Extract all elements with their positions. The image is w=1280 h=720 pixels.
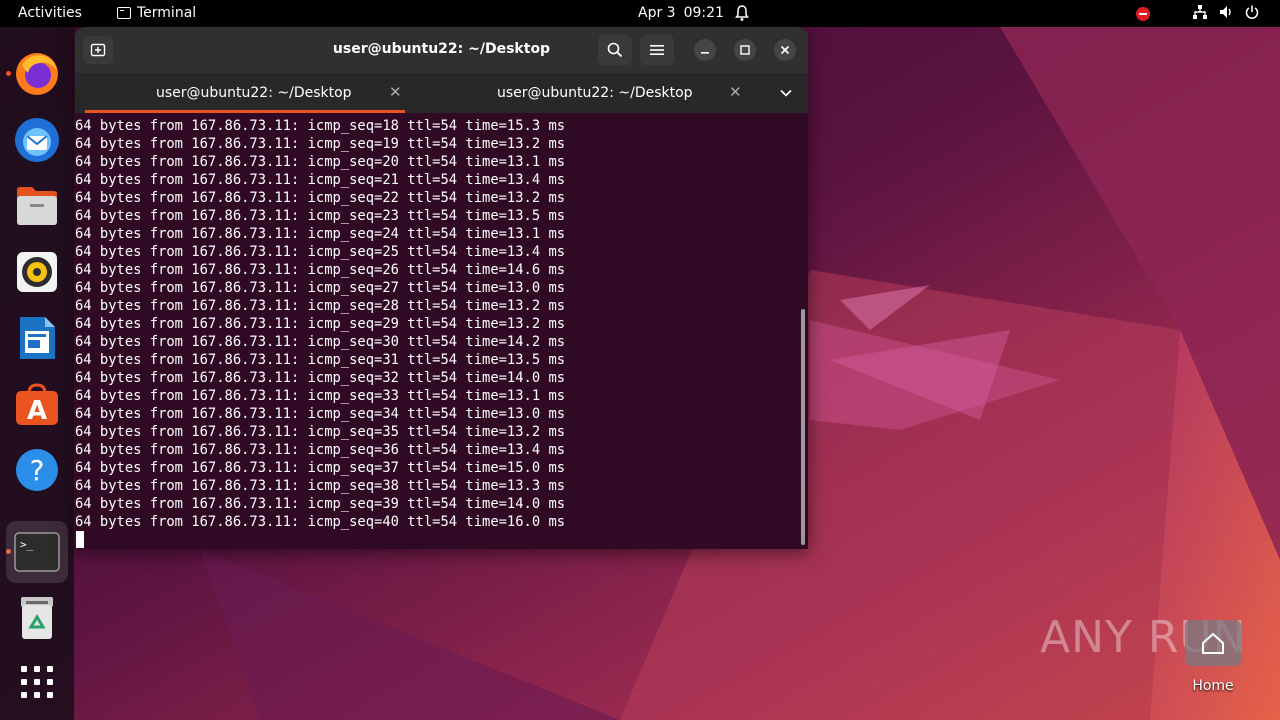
tab-1[interactable]: user@ubuntu22: ~/Desktop ✕	[75, 73, 415, 113]
terminal-line: 64 bytes from 167.86.73.11: icmp_seq=37 …	[75, 460, 566, 476]
dock: A ? >_	[0, 27, 74, 720]
search-button[interactable]	[598, 35, 632, 65]
app-store-icon: A	[16, 383, 58, 426]
terminal-line: 64 bytes from 167.86.73.11: icmp_seq=24 …	[75, 226, 566, 242]
terminal-output[interactable]: 64 bytes from 167.86.73.11: icmp_seq=18 …	[75, 113, 808, 549]
clock[interactable]: Apr 3 09:21	[638, 5, 724, 21]
close-button[interactable]	[774, 39, 796, 61]
tab-list-button[interactable]	[774, 83, 798, 103]
terminal-line: 64 bytes from 167.86.73.11: icmp_seq=20 …	[75, 154, 566, 170]
app-menu[interactable]: Terminal	[117, 5, 196, 21]
tab-bar: user@ubuntu22: ~/Desktop ✕ user@ubuntu22…	[75, 73, 808, 113]
app-menu-label: Terminal	[137, 5, 197, 21]
terminal-line: 64 bytes from 167.86.73.11: icmp_seq=27 …	[75, 280, 566, 296]
power-icon	[1244, 4, 1260, 24]
terminal-text: 64 bytes from 167.86.73.11: icmp_seq=18 …	[75, 117, 565, 531]
terminal-icon: >_	[14, 532, 60, 572]
terminal-line: 64 bytes from 167.86.73.11: icmp_seq=31 …	[75, 352, 566, 368]
terminal-line: 64 bytes from 167.86.73.11: icmp_seq=38 …	[75, 478, 566, 494]
terminal-line: 64 bytes from 167.86.73.11: icmp_seq=23 …	[75, 208, 566, 224]
svg-text:?: ?	[30, 454, 45, 487]
terminal-line: 64 bytes from 167.86.73.11: icmp_seq=18 …	[75, 118, 566, 134]
terminal-line: 64 bytes from 167.86.73.11: icmp_seq=34 …	[75, 406, 566, 422]
minimize-button[interactable]	[694, 39, 716, 61]
terminal-headerbar: user@ubuntu22: ~/Desktop	[75, 27, 808, 73]
terminal-line: 64 bytes from 167.86.73.11: icmp_seq=25 …	[75, 244, 566, 260]
terminal-line: 64 bytes from 167.86.73.11: icmp_seq=19 …	[75, 136, 566, 152]
writer-icon	[20, 317, 55, 359]
terminal-line: 64 bytes from 167.86.73.11: icmp_seq=39 …	[75, 496, 566, 512]
terminal-line: 64 bytes from 167.86.73.11: icmp_seq=22 …	[75, 190, 566, 206]
maximize-button[interactable]	[734, 39, 756, 61]
files-icon	[17, 187, 57, 225]
top-bar: Activities Terminal Apr 3 09:21	[0, 0, 1280, 27]
dock-show-apps[interactable]	[12, 657, 62, 707]
terminal-line: 64 bytes from 167.86.73.11: icmp_seq=35 …	[75, 424, 566, 440]
tab-close-icon[interactable]: ✕	[389, 83, 402, 101]
trash-icon	[21, 597, 53, 639]
close-icon	[780, 45, 790, 55]
rhythmbox-icon	[17, 252, 57, 292]
terminal-cursor	[76, 531, 84, 548]
dock-files[interactable]	[12, 181, 62, 231]
hamburger-icon	[650, 45, 664, 55]
system-tray[interactable]	[1136, 4, 1260, 24]
tab-label: user@ubuntu22: ~/Desktop	[497, 85, 693, 101]
home-folder-label: Home	[1192, 678, 1234, 694]
desktop-home-folder[interactable]: Home	[1184, 620, 1242, 700]
dock-firefox[interactable]	[12, 49, 62, 99]
search-icon	[607, 42, 623, 58]
dock-app-center[interactable]: A	[12, 379, 62, 429]
terminal-line: 64 bytes from 167.86.73.11: icmp_seq=29 …	[75, 316, 566, 332]
terminal-line: 64 bytes from 167.86.73.11: icmp_seq=21 …	[75, 172, 566, 188]
terminal-line: 64 bytes from 167.86.73.11: icmp_seq=40 …	[75, 514, 566, 530]
firefox-icon	[16, 53, 58, 95]
home-folder-icon	[1185, 620, 1241, 666]
dock-terminal[interactable]: >_	[6, 521, 68, 583]
activities-button[interactable]: Activities	[18, 5, 82, 21]
tab-2[interactable]: user@ubuntu22: ~/Desktop ✕	[415, 73, 755, 113]
dock-trash[interactable]	[12, 593, 62, 643]
menu-button[interactable]	[640, 35, 674, 65]
network-icon	[1192, 4, 1208, 24]
svg-text:A: A	[27, 396, 47, 426]
dock-writer[interactable]	[12, 313, 62, 363]
maximize-icon	[740, 45, 750, 55]
terminal-window: user@ubuntu22: ~/Desktop user@ubuntu22: …	[75, 27, 808, 549]
dock-rhythmbox[interactable]	[12, 247, 62, 297]
terminal-line: 64 bytes from 167.86.73.11: icmp_seq=26 …	[75, 262, 566, 278]
tab-close-icon[interactable]: ✕	[729, 83, 742, 101]
running-indicator	[6, 71, 11, 76]
terminal-mini-icon	[117, 7, 131, 19]
terminal-line: 64 bytes from 167.86.73.11: icmp_seq=28 …	[75, 298, 566, 314]
minimize-icon	[701, 52, 709, 54]
terminal-line: 64 bytes from 167.86.73.11: icmp_seq=33 …	[75, 388, 566, 404]
terminal-line: 64 bytes from 167.86.73.11: icmp_seq=32 …	[75, 370, 566, 386]
terminal-line: 64 bytes from 167.86.73.11: icmp_seq=36 …	[75, 442, 566, 458]
volume-icon	[1218, 4, 1234, 24]
dock-help[interactable]: ?	[12, 445, 62, 495]
thunderbird-icon	[15, 118, 59, 162]
clock-time: 09:21	[683, 5, 724, 21]
chevron-down-icon	[780, 89, 792, 97]
help-icon: ?	[16, 449, 58, 491]
svg-text:>_: >_	[20, 538, 34, 551]
dock-thunderbird[interactable]	[12, 115, 62, 165]
scrollbar[interactable]	[801, 309, 805, 545]
app-grid-icon	[21, 666, 53, 698]
do-not-disturb-icon[interactable]	[1136, 7, 1150, 21]
terminal-line: 64 bytes from 167.86.73.11: icmp_seq=30 …	[75, 334, 566, 350]
notification-bell-icon[interactable]	[734, 4, 750, 26]
clock-date: Apr 3	[638, 5, 676, 21]
tab-label: user@ubuntu22: ~/Desktop	[156, 85, 352, 101]
